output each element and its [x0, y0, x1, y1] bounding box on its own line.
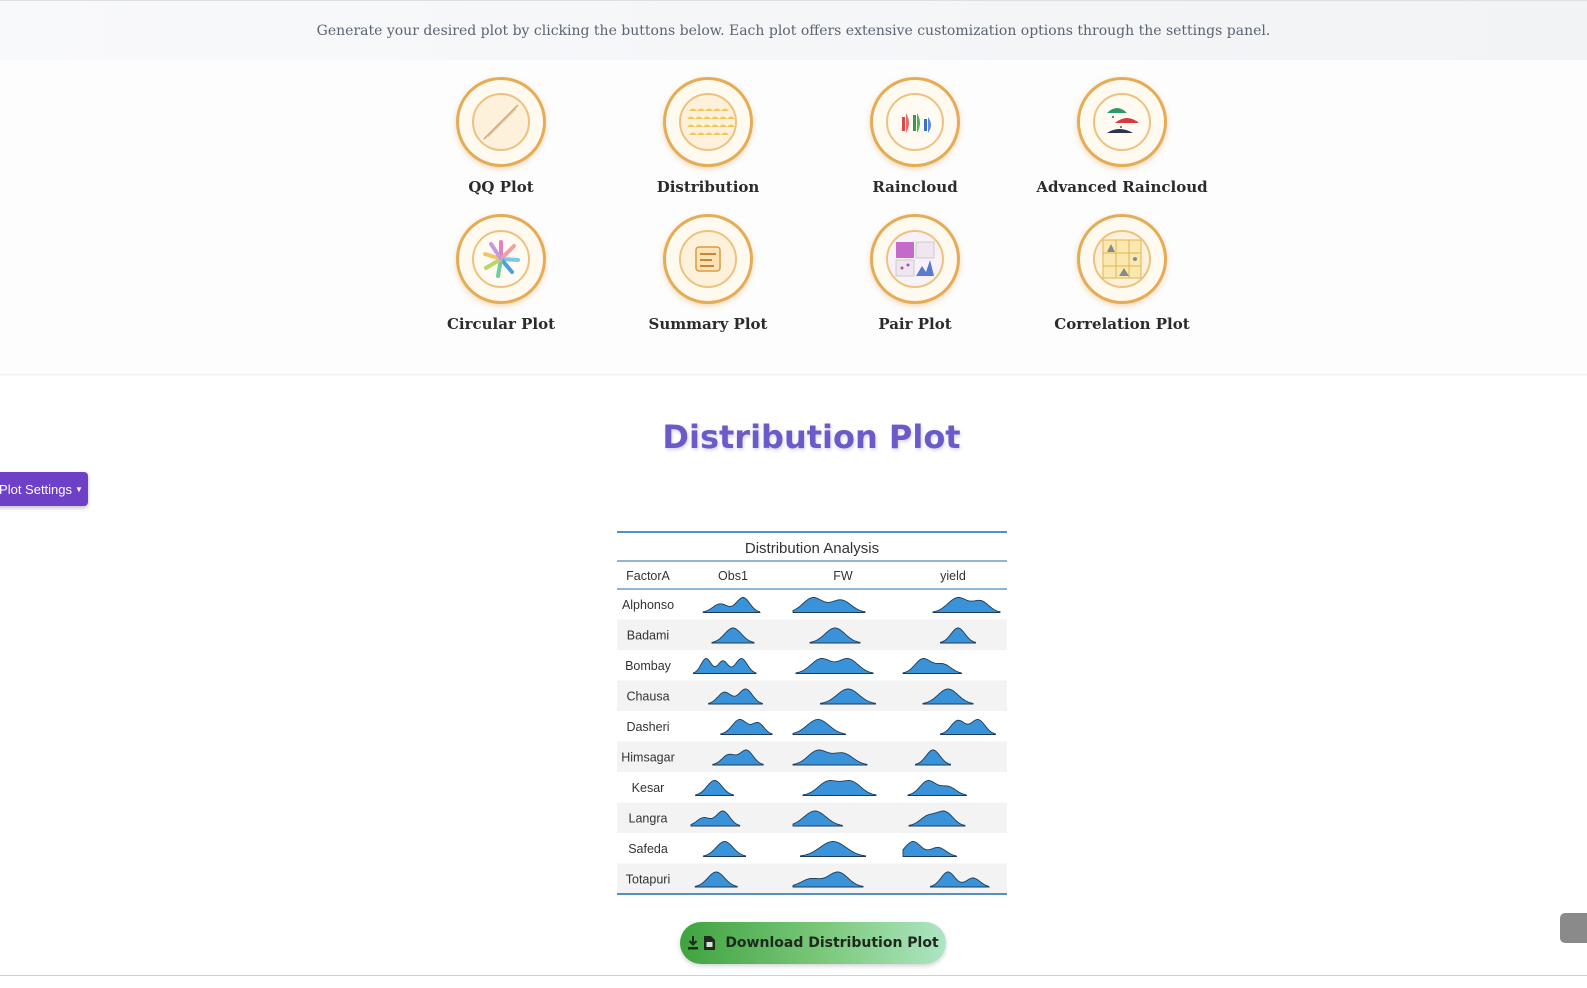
download-plot-button[interactable]: Download Distribution Plot	[680, 922, 946, 964]
download-icon	[688, 936, 716, 950]
table-row-stripe	[617, 619, 1007, 650]
density-alphonso-obs1	[702, 597, 761, 613]
row-label-badami: Badami	[627, 628, 669, 642]
density-alphonso-fw	[792, 597, 866, 613]
column-header-obs1: Obs1	[718, 569, 748, 583]
density-dasheri-yield	[940, 719, 996, 735]
row-label-safeda: Safeda	[628, 842, 668, 856]
density-bombay-fw	[795, 658, 874, 674]
row-label-totapuri: Totapuri	[626, 872, 670, 886]
row-label-kesar: Kesar	[632, 781, 665, 795]
column-header-fw: FW	[833, 569, 853, 583]
density-safeda-yield	[902, 841, 958, 857]
density-safeda-fw	[800, 841, 866, 857]
density-kesar-fw	[802, 780, 877, 796]
column-header-factora: FactorA	[626, 569, 670, 583]
download-plot-label: Download Distribution Plot	[725, 935, 939, 951]
density-kesar-obs1	[695, 780, 734, 796]
density-dasheri-obs1	[720, 719, 773, 735]
scroll-to-top-tab[interactable]	[1560, 913, 1587, 943]
density-bombay-yield	[902, 658, 963, 674]
density-kesar-yield	[907, 780, 968, 796]
row-label-bombay: Bombay	[625, 659, 672, 673]
page-bottom-border	[0, 975, 1587, 976]
row-label-alphonso: Alphonso	[622, 598, 674, 612]
chart-title: Distribution Analysis	[745, 540, 879, 557]
density-alphonso-yield	[932, 597, 1001, 613]
row-label-himsagar: Himsagar	[621, 750, 675, 764]
row-label-dasheri: Dasheri	[626, 720, 669, 734]
density-dasheri-fw	[792, 719, 847, 735]
column-header-yield: yield	[940, 569, 966, 583]
row-label-chausa: Chausa	[626, 689, 669, 703]
row-label-langra: Langra	[629, 811, 668, 825]
distribution-table-chart: Distribution Analysis FactorA Obs1 FW yield A…	[617, 531, 1007, 895]
density-bombay-obs1	[693, 658, 757, 674]
density-safeda-obs1	[703, 841, 747, 857]
